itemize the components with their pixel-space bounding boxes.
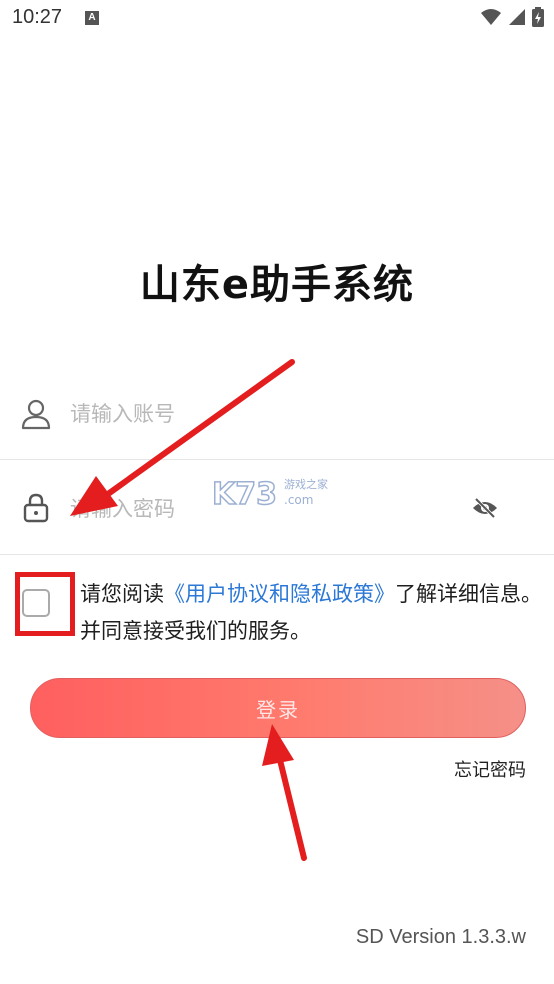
account-input[interactable] (70, 396, 450, 432)
account-field-row (0, 366, 554, 460)
wifi-icon (481, 9, 501, 25)
svg-text:K73: K73 (212, 477, 277, 510)
battery-charging-icon (532, 7, 544, 27)
status-icons (480, 7, 544, 27)
status-bar: 10:27 A (0, 0, 554, 38)
agreement-prefix: 请您阅读 (80, 582, 164, 606)
agreement-row: 请您阅读《用户协议和隐私政策》了解详细信息。并同意接受我们的服务。 (0, 570, 554, 643)
svg-text:.com: .com (284, 493, 313, 507)
k73-watermark-logo: K73 游戏之家 .com (212, 476, 328, 510)
eye-off-icon[interactable] (472, 497, 498, 519)
a-badge-icon: A (85, 11, 99, 25)
app-title: 山东e助手系统 (139, 262, 415, 308)
forgot-password-link[interactable]: 忘记密码 (454, 756, 526, 782)
svg-text:游戏之家: 游戏之家 (284, 477, 328, 491)
user-icon (21, 399, 51, 430)
agreement-text: 请您阅读《用户协议和隐私政策》了解详细信息。并同意接受我们的服务。 (80, 576, 552, 650)
login-button-label: 登录 (256, 697, 300, 722)
login-button[interactable]: 登录 (30, 678, 526, 738)
lock-icon (23, 493, 49, 523)
agreement-checkbox[interactable] (22, 589, 50, 617)
version-text: SD Version 1.3.3.w (355, 926, 526, 948)
user-agreement-link[interactable]: 《用户协议和隐私政策》 (164, 582, 395, 606)
status-time: 10:27 (12, 6, 63, 28)
arrow-to-login-button-icon (262, 724, 307, 861)
signal-icon (509, 9, 525, 25)
